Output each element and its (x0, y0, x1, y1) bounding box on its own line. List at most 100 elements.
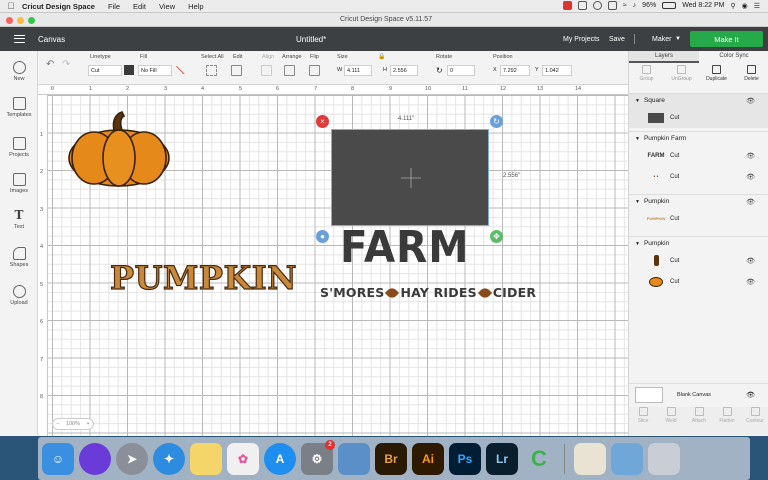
photos-icon[interactable]: ✿ (227, 442, 259, 475)
clock[interactable]: Wed 8:22 PM (682, 2, 724, 9)
hamburger-menu[interactable] (0, 35, 38, 43)
tray-sync-icon[interactable] (577, 1, 587, 10)
close-window-icon[interactable] (6, 17, 13, 24)
tray-cloud-icon[interactable] (607, 1, 617, 10)
square-object[interactable] (331, 129, 489, 226)
volume-icon[interactable]: ♪ (633, 2, 637, 9)
smores-text-object[interactable]: S'MORES HAY RIDES CIDER (320, 285, 536, 301)
x-input[interactable]: 7.292 (500, 65, 530, 76)
layer-row[interactable]: PUMPKIN Cut (629, 208, 768, 229)
layer-row[interactable]: Cut 👁 (629, 271, 768, 292)
slice-button[interactable]: Slice (629, 407, 657, 435)
align-icon[interactable] (261, 65, 272, 76)
layer-row[interactable]: FARM Cut 👁 (629, 145, 768, 166)
menu-help[interactable]: Help (188, 2, 203, 11)
sidebar-item-templates[interactable]: Templates (0, 97, 38, 118)
spotlight-icon[interactable]: ⚲ (730, 2, 735, 10)
zoom-window-icon[interactable] (28, 17, 35, 24)
battery-icon[interactable] (662, 2, 677, 9)
weld-button[interactable]: Weld (657, 407, 685, 435)
layer-group-title[interactable]: ▼ Square 👁 (629, 93, 768, 107)
cricut-icon[interactable]: C (523, 443, 555, 475)
select-all-icon[interactable] (206, 65, 217, 76)
linetype-color-swatch[interactable] (124, 65, 134, 75)
notification-center-icon[interactable]: ☰ (754, 2, 760, 10)
width-input[interactable]: 4.111 (344, 65, 372, 76)
trash-icon[interactable] (648, 442, 680, 475)
pumpkin-image[interactable] (64, 108, 174, 188)
flip-icon[interactable] (309, 65, 320, 76)
save-link[interactable]: Save (609, 36, 625, 43)
contour-button[interactable]: Contour (741, 407, 768, 435)
layer-group-pumpkin[interactable]: ▼ Pumpkin Cut 👁 Cut 👁 (629, 236, 768, 292)
height-input[interactable]: 2.556 (390, 65, 418, 76)
sidebar-item-new[interactable]: New (0, 61, 38, 82)
undo-icon[interactable]: ↶ (46, 59, 54, 70)
sidebar-item-upload[interactable]: Upload (0, 285, 38, 306)
folder-icon[interactable] (611, 442, 643, 475)
chevron-down-icon[interactable]: ▼ (635, 98, 640, 104)
photoshop-icon[interactable]: Ps (449, 442, 481, 475)
sidebar-item-projects[interactable]: Projects (0, 137, 38, 158)
chevron-down-icon[interactable]: ▼ (635, 136, 640, 142)
minimize-window-icon[interactable] (17, 17, 24, 24)
chevron-down-icon[interactable]: ▼ (675, 36, 681, 42)
redo-icon[interactable]: ↷ (62, 59, 70, 70)
fill-select[interactable]: No Fill (138, 65, 172, 76)
zoom-control[interactable]: − 100% + (52, 418, 94, 430)
linetype-select[interactable]: Cut (88, 65, 122, 76)
siri-icon[interactable] (79, 442, 111, 475)
resize-handle-icon[interactable]: ✥ (490, 230, 503, 243)
rotate-input[interactable]: 0 (447, 65, 475, 76)
app-store-icon[interactable]: A (264, 442, 296, 475)
no-fill-swatch-icon[interactable]: — (172, 62, 188, 78)
tray-clock-icon[interactable] (592, 1, 602, 10)
hidden-eye-icon[interactable]: 👁 (746, 391, 755, 399)
layer-row[interactable]: Cut 👁 (629, 250, 768, 271)
blank-canvas-row[interactable]: Blank Canvas 👁 (629, 383, 768, 405)
make-it-button[interactable]: Make It (690, 31, 763, 47)
layer-row[interactable]: • • Cut 👁 (629, 166, 768, 187)
farm-text-object[interactable]: FARM (340, 226, 469, 270)
ungroup-button[interactable]: UnGroup (667, 65, 697, 93)
lock-handle-icon[interactable]: ● (316, 230, 329, 243)
y-input[interactable]: 1.042 (542, 65, 572, 76)
eye-icon[interactable]: 👁 (746, 97, 755, 105)
illustrator-icon[interactable]: Ai (412, 442, 444, 475)
safari-icon[interactable]: ✦ (153, 442, 185, 475)
tray-app-icon[interactable] (562, 1, 572, 10)
arrange-icon[interactable] (284, 65, 295, 76)
machine-selector[interactable]: Maker (652, 36, 671, 43)
finder-icon[interactable]: ☺ (42, 442, 74, 475)
rotate-handle-icon[interactable]: ↻ (490, 115, 503, 128)
layer-group-title[interactable]: ▼ Pumpkin 👁 (629, 194, 768, 208)
eye-icon[interactable]: 👁 (746, 198, 755, 206)
zoom-out-icon[interactable]: − (56, 421, 59, 427)
sidebar-item-text[interactable]: T Text (0, 209, 38, 231)
notes-icon[interactable] (190, 442, 222, 475)
lock-icon[interactable]: 🔒 (378, 53, 385, 60)
layer-group-square[interactable]: ▼ Square 👁 Cut (629, 93, 768, 128)
eye-icon[interactable]: 👁 (746, 173, 755, 181)
my-projects-link[interactable]: My Projects (563, 36, 600, 43)
launchpad-icon[interactable]: ➤ (116, 442, 148, 475)
layer-row[interactable]: Cut (629, 107, 768, 128)
layer-group-pumpkin-text[interactable]: ▼ Pumpkin 👁 PUMPKIN Cut (629, 194, 768, 229)
preview-icon[interactable] (338, 442, 370, 475)
sidebar-item-shapes[interactable]: Shapes (0, 247, 38, 268)
pumpkin-text-object[interactable]: PUMPKIN (109, 261, 297, 294)
menu-view[interactable]: View (159, 2, 175, 11)
chevron-down-icon[interactable]: ▼ (635, 241, 640, 247)
menu-file[interactable]: File (108, 2, 120, 11)
delete-button[interactable]: Delete (737, 65, 767, 93)
edit-icon[interactable] (231, 65, 242, 76)
menu-app-name[interactable]: Cricut Design Space (22, 2, 95, 11)
eye-icon[interactable]: 👁 (746, 152, 755, 160)
textedit-icon[interactable] (574, 442, 606, 475)
zoom-in-icon[interactable]: + (87, 421, 90, 427)
lightroom-icon[interactable]: Lr (486, 442, 518, 475)
menu-edit[interactable]: Edit (133, 2, 146, 11)
eye-icon[interactable]: 👁 (746, 278, 755, 286)
bridge-icon[interactable]: Br (375, 442, 407, 475)
sidebar-item-images[interactable]: Images (0, 173, 38, 194)
